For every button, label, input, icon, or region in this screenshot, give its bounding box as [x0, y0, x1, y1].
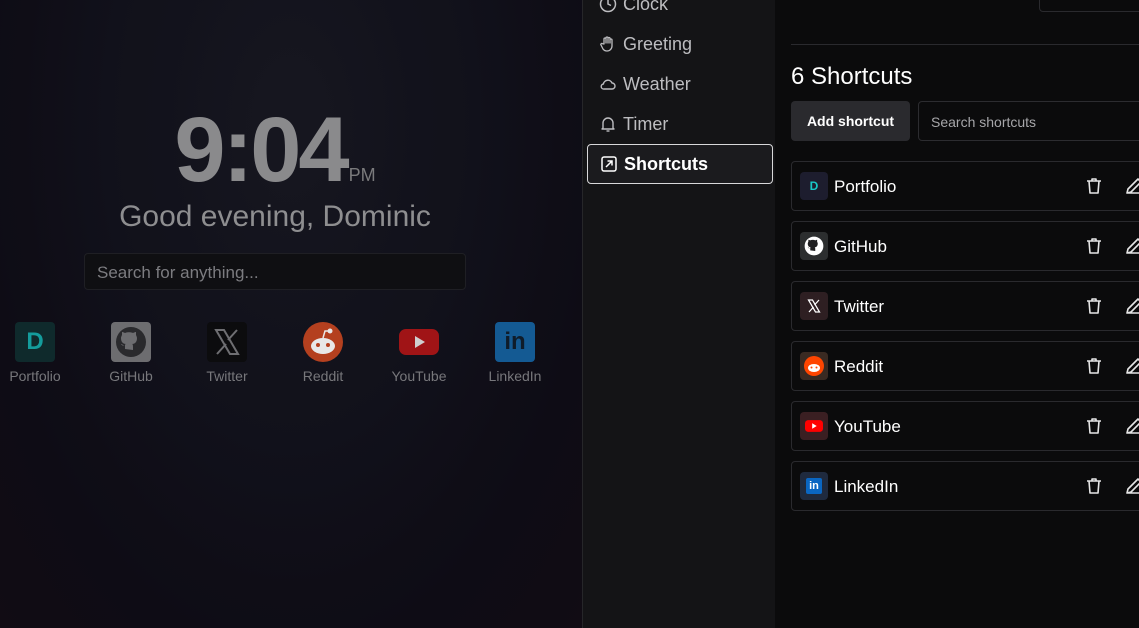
greeting-text: Good evening, Dominic: [119, 200, 431, 233]
nav-item-label: Clock: [623, 0, 669, 14]
add-shortcut-button[interactable]: Add shortcut: [791, 101, 910, 141]
shortcut-row[interactable]: Reddit: [791, 341, 1139, 391]
youtube-icon: [399, 322, 439, 362]
shortcut-name: Twitter: [834, 297, 885, 316]
portfolio-icon: D: [15, 322, 55, 362]
trash-icon[interactable]: [1084, 236, 1104, 256]
cloud-icon: [600, 79, 616, 90]
nav-item-label: Greeting: [623, 33, 693, 54]
edit-icon[interactable]: [1124, 236, 1139, 256]
edit-icon[interactable]: [1124, 296, 1139, 316]
linkedin-icon: in: [495, 322, 535, 362]
edit-icon[interactable]: [1124, 416, 1139, 436]
youtube-icon: [800, 412, 828, 440]
divider: [791, 44, 1139, 45]
github-icon: [111, 322, 151, 362]
trash-icon[interactable]: [1084, 356, 1104, 376]
shortcut-row[interactable]: YouTube: [791, 401, 1139, 451]
nav-item-weather[interactable]: Weather: [587, 64, 773, 104]
nav-item-label: Timer: [623, 113, 669, 134]
trash-icon[interactable]: [1084, 296, 1104, 316]
settings-sidebar: Clock Greeting Weather Timer Shortcuts: [582, 0, 775, 628]
bell-icon: [601, 117, 615, 132]
edit-icon[interactable]: [1124, 356, 1139, 376]
app-window: 9:04 PM Good evening, Dominic Search for …: [0, 0, 1139, 628]
reddit-icon: [303, 322, 343, 362]
nav-item-label: Shortcuts: [624, 153, 709, 174]
shortcut-row[interactable]: Twitter: [791, 281, 1139, 331]
home-shortcut-label: LinkedIn: [488, 368, 542, 384]
trash-icon[interactable]: [1084, 476, 1104, 496]
edit-icon[interactable]: [1124, 476, 1139, 496]
github-icon: [800, 232, 828, 260]
home-shortcut-label: Portfolio: [9, 368, 61, 384]
clock-ampm: PM: [348, 165, 376, 185]
shortcut-row[interactable]: D Portfolio: [791, 161, 1139, 211]
home-shortcut-reddit[interactable]: Reddit: [275, 322, 371, 384]
shortcut-name: LinkedIn: [834, 477, 899, 496]
linkedin-icon: in: [800, 472, 828, 500]
home-shortcut-linkedin[interactable]: in LinkedIn: [467, 322, 563, 384]
clock-display: 9:04 PM: [0, 104, 550, 196]
home-shortcut-label: GitHub: [109, 368, 153, 384]
nav-item-greeting[interactable]: Greeting: [587, 24, 773, 64]
home-shortcuts: D Portfolio GitHub Twitter Reddit YouTub…: [0, 322, 582, 392]
shortcut-name: GitHub: [834, 237, 887, 256]
search-shortcuts-input[interactable]: Search shortcuts: [918, 101, 1139, 141]
shortcut-row[interactable]: GitHub: [791, 221, 1139, 271]
nav-item-label: Weather: [623, 73, 691, 94]
shortcut-row[interactable]: in LinkedIn: [791, 461, 1139, 511]
newtab-preview: [0, 0, 582, 628]
x-icon: [207, 322, 247, 362]
clock-time: 9:04: [174, 99, 349, 201]
nav-item-shortcuts[interactable]: Shortcuts: [587, 144, 773, 184]
edit-icon[interactable]: [1124, 176, 1139, 196]
home-shortcut-twitter[interactable]: Twitter: [179, 322, 275, 384]
x-icon: [800, 292, 828, 320]
hand-icon: [600, 36, 613, 52]
shortcut-name: Portfolio: [834, 177, 897, 196]
nav-item-clock[interactable]: Clock: [587, 0, 773, 24]
clock-icon: [599, 0, 617, 13]
home-shortcut-label: Reddit: [302, 368, 344, 384]
page-title: 6 Shortcuts: [791, 63, 913, 90]
home-shortcut-portfolio[interactable]: D Portfolio: [0, 322, 83, 384]
home-shortcut-github[interactable]: GitHub: [83, 322, 179, 384]
reddit-icon: [800, 352, 828, 380]
shortcut-name: Reddit: [834, 357, 884, 376]
nav-item-timer[interactable]: Timer: [587, 104, 773, 144]
home-shortcut-label: Twitter: [206, 368, 248, 384]
home-shortcut-youtube[interactable]: YouTube: [371, 322, 467, 384]
shortcut-name: YouTube: [834, 417, 901, 436]
shortcuts-settings: 6 Shortcuts Add shortcut Search shortcut…: [775, 0, 1139, 628]
trash-icon[interactable]: [1084, 176, 1104, 196]
home-shortcut-label: YouTube: [391, 368, 447, 384]
external-link-icon: [601, 156, 617, 172]
trash-icon[interactable]: [1084, 416, 1104, 436]
portfolio-icon: D: [800, 172, 828, 200]
select-control[interactable]: [1039, 0, 1139, 12]
search-input[interactable]: Search for anything...: [84, 253, 466, 290]
